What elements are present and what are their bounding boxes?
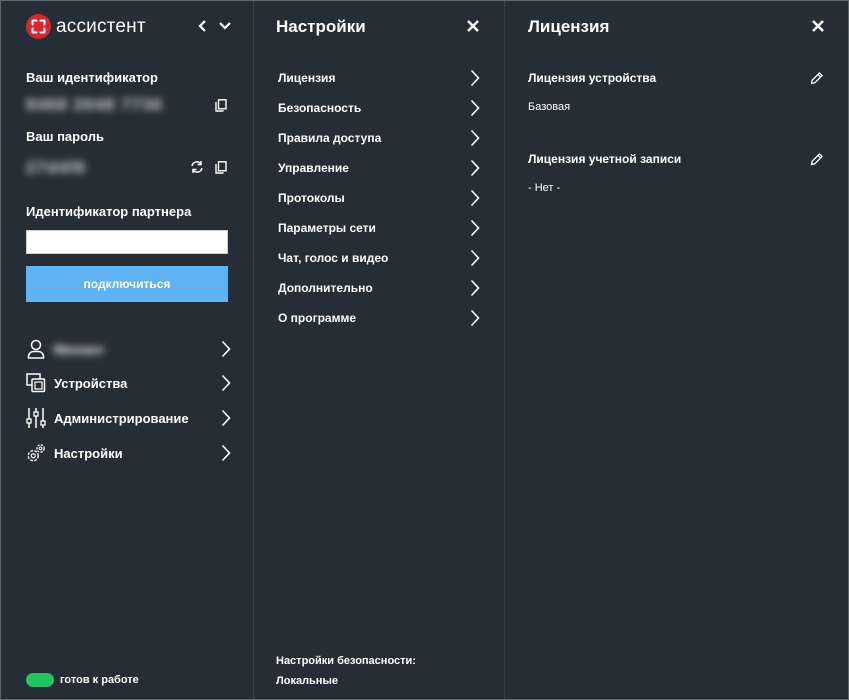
refresh-icon[interactable] bbox=[189, 159, 205, 175]
chevron-left-icon[interactable] bbox=[195, 18, 211, 34]
menu-item-license[interactable]: Лицензия bbox=[278, 67, 480, 89]
chevron-right-icon bbox=[470, 219, 480, 242]
nav-item-label: Устройства bbox=[54, 375, 128, 391]
chevron-right-icon bbox=[221, 409, 231, 432]
menu-item-label: Чат, голос и видео bbox=[278, 251, 389, 265]
license-title: Лицензия bbox=[528, 17, 610, 36]
logo-text: ассистент bbox=[56, 15, 146, 37]
sliders-icon bbox=[26, 408, 46, 428]
security-settings-value: Локальные bbox=[276, 675, 338, 687]
nav-item-label: Администрирование bbox=[54, 410, 189, 426]
menu-item-advanced[interactable]: Дополнительно bbox=[278, 277, 480, 299]
nav-item-label: Михаил bbox=[54, 341, 104, 357]
chevron-right-icon bbox=[470, 279, 480, 302]
gear-icon bbox=[26, 443, 46, 463]
menu-item-label: Лицензия bbox=[278, 71, 336, 85]
user-icon bbox=[26, 339, 46, 359]
id-value: 8468 2648 7736 bbox=[26, 95, 163, 114]
pencil-icon[interactable] bbox=[810, 152, 824, 166]
devices-icon bbox=[26, 373, 46, 393]
account-license-label: Лицензия учетной записи bbox=[528, 152, 682, 166]
menu-item-label: О программе bbox=[278, 311, 357, 325]
partner-id-input[interactable] bbox=[26, 230, 228, 254]
license-panel: Лицензия Лицензия устройства Базовая Лиц… bbox=[504, 1, 849, 699]
nav-item-administration[interactable]: Администрирование bbox=[26, 406, 231, 430]
password-value: 27d4f8 bbox=[26, 158, 86, 177]
chevron-right-icon bbox=[470, 159, 480, 182]
chevron-down-icon[interactable] bbox=[217, 18, 233, 34]
password-label: Ваш пароль bbox=[26, 129, 104, 144]
chevron-right-icon bbox=[470, 129, 480, 152]
menu-item-access-rules[interactable]: Правила доступа bbox=[278, 127, 480, 149]
pencil-icon[interactable] bbox=[810, 71, 824, 85]
id-label: Ваш идентификатор bbox=[26, 70, 158, 85]
app-logo: ассистент bbox=[26, 14, 146, 39]
main-panel: ассистент Ваш идентификатор 8468 2648 77… bbox=[1, 1, 252, 699]
partner-id-label: Идентификатор партнера bbox=[26, 204, 192, 219]
menu-item-label: Параметры сети bbox=[278, 221, 376, 235]
status-bar: готов к работе bbox=[26, 673, 139, 687]
menu-item-about[interactable]: О программе bbox=[278, 307, 480, 329]
chevron-right-icon bbox=[470, 189, 480, 212]
menu-item-label: Безопасность bbox=[278, 101, 362, 115]
close-icon[interactable] bbox=[811, 19, 825, 33]
chevron-right-icon bbox=[470, 249, 480, 272]
status-text: готов к работе bbox=[60, 674, 139, 686]
nav-item-user[interactable]: Михаил bbox=[26, 337, 231, 361]
chevron-right-icon bbox=[470, 309, 480, 332]
menu-item-security[interactable]: Безопасность bbox=[278, 97, 480, 119]
menu-item-label: Правила доступа bbox=[278, 131, 382, 145]
device-license-label: Лицензия устройства bbox=[528, 71, 657, 85]
copy-icon[interactable] bbox=[213, 97, 229, 113]
menu-item-chat[interactable]: Чат, голос и видео bbox=[278, 247, 480, 269]
security-settings-label: Настройки безопасности: bbox=[276, 655, 416, 667]
chevron-right-icon bbox=[221, 444, 231, 467]
header-controls bbox=[195, 18, 233, 34]
menu-item-network[interactable]: Параметры сети bbox=[278, 217, 480, 239]
chevron-right-icon bbox=[221, 340, 231, 363]
app-window: ассистент Ваш идентификатор 8468 2648 77… bbox=[0, 0, 849, 700]
copy-icon[interactable] bbox=[213, 159, 229, 175]
menu-item-label: Протоколы bbox=[278, 191, 345, 205]
nav-item-label: Настройки bbox=[54, 445, 123, 461]
menu-item-label: Дополнительно bbox=[278, 281, 373, 295]
settings-panel: Настройки Лицензия Безопасность Правила … bbox=[253, 1, 504, 699]
menu-item-label: Управление bbox=[278, 161, 349, 175]
connect-button[interactable]: подключиться bbox=[26, 266, 228, 302]
menu-item-protocols[interactable]: Протоколы bbox=[278, 187, 480, 209]
nav-item-devices[interactable]: Устройства bbox=[26, 371, 231, 395]
status-indicator bbox=[26, 673, 54, 687]
close-icon[interactable] bbox=[466, 19, 480, 33]
settings-title: Настройки bbox=[276, 17, 366, 36]
account-license-value: - Нет - bbox=[528, 182, 561, 194]
device-license-value: Базовая bbox=[528, 101, 571, 113]
chevron-right-icon bbox=[221, 374, 231, 397]
logo-icon bbox=[26, 14, 51, 39]
nav-item-settings[interactable]: Настройки bbox=[26, 441, 231, 465]
chevron-right-icon bbox=[470, 99, 480, 122]
chevron-right-icon bbox=[470, 69, 480, 92]
menu-item-control[interactable]: Управление bbox=[278, 157, 480, 179]
